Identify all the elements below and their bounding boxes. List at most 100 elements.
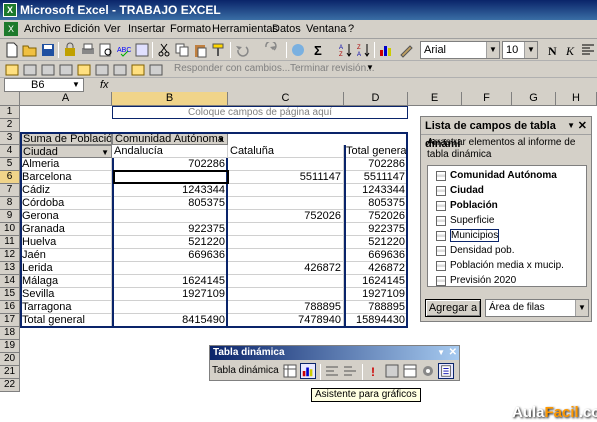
- row-header-1[interactable]: 1: [0, 106, 20, 119]
- row-header-7[interactable]: 7: [0, 184, 20, 197]
- chart-wizard-icon[interactable]: [300, 363, 316, 379]
- column-header-g[interactable]: G: [512, 92, 556, 106]
- select-all-corner[interactable]: [0, 92, 20, 106]
- city-cell[interactable]: Almeria: [20, 158, 112, 171]
- print-icon[interactable]: [80, 42, 96, 58]
- include-hidden-icon[interactable]: [384, 363, 400, 379]
- menu-archivo[interactable]: Archivo: [24, 20, 61, 39]
- menu-insertar[interactable]: Insertar: [128, 20, 165, 39]
- permission-icon[interactable]: [62, 42, 78, 58]
- total-value-cell[interactable]: 521220: [344, 236, 408, 249]
- fx-icon[interactable]: fx: [100, 78, 109, 92]
- total-value-cell[interactable]: 1927109: [344, 288, 408, 301]
- chart-wizard-icon[interactable]: [378, 42, 394, 58]
- cataluna-value-cell[interactable]: [228, 158, 344, 171]
- review-icon-7[interactable]: [112, 62, 128, 78]
- row-header-10[interactable]: 10: [0, 223, 20, 236]
- menu-help[interactable]: ?: [348, 20, 354, 39]
- sort-descending-icon[interactable]: ZA: [356, 42, 372, 58]
- review-icon-6[interactable]: [94, 62, 110, 78]
- chevron-down-icon[interactable]: ▼: [437, 346, 445, 360]
- row-field-button[interactable]: Ciudad ▼: [20, 145, 112, 158]
- row-header-5[interactable]: 5: [0, 158, 20, 171]
- cataluna-value-cell[interactable]: 426872: [228, 262, 344, 275]
- format-painter-icon[interactable]: [210, 42, 226, 58]
- cataluna-value-cell[interactable]: [228, 236, 344, 249]
- chevron-down-icon[interactable]: ▼: [217, 133, 225, 144]
- italic-icon[interactable]: K: [562, 42, 578, 58]
- andalucia-value-cell[interactable]: 521220: [112, 236, 228, 249]
- andalucia-value-cell[interactable]: 805375: [112, 197, 228, 210]
- total-value-cell[interactable]: 788895: [344, 301, 408, 314]
- redo-icon[interactable]: [262, 42, 278, 58]
- row-header-14[interactable]: 14: [0, 275, 20, 288]
- reply-with-changes[interactable]: Responder con cambios...: [174, 63, 290, 74]
- total-value-cell[interactable]: 702286: [344, 158, 408, 171]
- sort-ascending-icon[interactable]: AZ: [338, 42, 354, 58]
- cataluna-value-cell[interactable]: [228, 249, 344, 262]
- andalucia-value-cell[interactable]: 1927109: [112, 288, 228, 301]
- field-list-item[interactable]: Superficie: [436, 213, 494, 229]
- menu-formato[interactable]: Formato: [170, 20, 211, 39]
- column-header-f[interactable]: F: [462, 92, 512, 106]
- menu-ventana[interactable]: Ventana: [306, 20, 346, 39]
- city-cell[interactable]: Barcelona: [20, 171, 112, 184]
- pivot-menu-dropdown[interactable]: Tabla dinámica ▼: [212, 362, 289, 380]
- cataluna-value-cell[interactable]: [228, 275, 344, 288]
- workbook-icon[interactable]: X: [4, 22, 18, 36]
- chevron-down-icon[interactable]: ▼: [72, 78, 80, 92]
- city-cell[interactable]: Lerida: [20, 262, 112, 275]
- field-list-item[interactable]: Población: [436, 198, 498, 214]
- total-andalucia[interactable]: 8415490: [112, 314, 228, 327]
- total-cataluna[interactable]: 7478940: [228, 314, 344, 327]
- total-value-cell[interactable]: 805375: [344, 197, 408, 210]
- andalucia-value-cell[interactable]: [112, 262, 228, 275]
- review-icon-3[interactable]: [40, 62, 56, 78]
- new-icon[interactable]: [4, 42, 20, 58]
- show-detail-icon[interactable]: [342, 363, 358, 379]
- review-icon-8[interactable]: [130, 62, 146, 78]
- paste-icon[interactable]: [192, 42, 208, 58]
- field-list-toggle-icon[interactable]: [438, 363, 454, 379]
- close-icon[interactable]: ✕: [578, 117, 587, 135]
- total-value-cell[interactable]: 752026: [344, 210, 408, 223]
- chevron-down-icon[interactable]: ▼: [366, 63, 374, 72]
- city-cell[interactable]: Granada: [20, 223, 112, 236]
- copy-icon[interactable]: [174, 42, 190, 58]
- add-to-button[interactable]: Agregar a: [425, 299, 481, 317]
- cataluna-value-cell[interactable]: [228, 288, 344, 301]
- open-icon[interactable]: [22, 42, 38, 58]
- total-value-cell[interactable]: 922375: [344, 223, 408, 236]
- andalucia-value-cell[interactable]: 1243344: [112, 184, 228, 197]
- andalucia-value-cell[interactable]: [112, 210, 228, 223]
- column-field-button[interactable]: Comunidad Autónoma ▼: [112, 132, 228, 145]
- row-header-4[interactable]: 4: [0, 145, 20, 158]
- cataluna-value-cell[interactable]: [228, 197, 344, 210]
- menu-edicion[interactable]: Edición: [64, 20, 100, 39]
- review-icon-1[interactable]: [4, 62, 20, 78]
- total-value-cell[interactable]: 1624145: [344, 275, 408, 288]
- align-left-icon[interactable]: [580, 42, 596, 58]
- drawing-icon[interactable]: [398, 42, 414, 58]
- cataluna-value-cell[interactable]: 752026: [228, 210, 344, 223]
- row-header-3[interactable]: 3: [0, 132, 20, 145]
- refresh-data-icon[interactable]: !: [366, 363, 382, 379]
- data-field-label[interactable]: Suma de Población: [20, 132, 112, 145]
- city-cell[interactable]: Gerona: [20, 210, 112, 223]
- row-header-2[interactable]: 2: [0, 119, 20, 132]
- andalucia-value-cell[interactable]: [112, 171, 228, 184]
- total-value-cell[interactable]: 5511147: [344, 171, 408, 184]
- field-list-item[interactable]: Previsión 2020: [436, 273, 516, 289]
- city-cell[interactable]: Tarragona: [20, 301, 112, 314]
- menu-ver[interactable]: Ver: [104, 20, 121, 39]
- column-header-b[interactable]: B: [112, 92, 228, 106]
- review-icon-5[interactable]: [76, 62, 92, 78]
- column-header-h[interactable]: H: [556, 92, 597, 106]
- chevron-down-icon[interactable]: ▼: [575, 300, 588, 316]
- row-header-16[interactable]: 16: [0, 301, 20, 314]
- format-report-icon[interactable]: [282, 363, 298, 379]
- menu-herramientas[interactable]: Herramientas: [212, 20, 278, 39]
- column-header-d[interactable]: D: [344, 92, 408, 106]
- row-header-17[interactable]: 17: [0, 314, 20, 327]
- field-list-item[interactable]: Densidad pob.: [436, 243, 515, 259]
